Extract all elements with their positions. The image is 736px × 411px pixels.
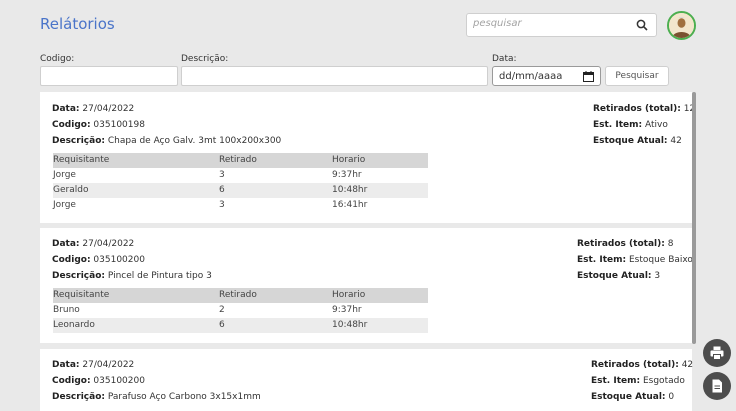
search-icon[interactable] (636, 19, 648, 31)
withdrawals-table: Requisitante Retirado Horario Bruno 2 9:… (53, 288, 428, 333)
report-withdrawn-total: Retirados (total): 12 (593, 104, 696, 114)
table-row: Jorge 3 9:37hr (53, 170, 362, 180)
report-code: Codigo: 035100200 (52, 376, 145, 386)
avatar[interactable] (667, 11, 696, 40)
table-header: Requisitante Retirado Horario (53, 288, 428, 303)
report-description: Descrição: Pincel de Pintura tipo 3 (52, 271, 212, 281)
print-button[interactable] (703, 339, 731, 367)
report-code: Codigo: 035100198 (52, 120, 145, 130)
descricao-field[interactable] (181, 66, 488, 86)
table-header: Requisitante Retirado Horario (53, 153, 428, 168)
col-requisitante: Requisitante (53, 155, 110, 165)
col-retirado: Retirado (219, 155, 257, 165)
col-horario: Horario (332, 155, 366, 165)
table-row: Leonardo 6 10:48hr (53, 318, 428, 333)
col-horario: Horario (332, 290, 366, 300)
report-item-status: Est. Item: Ativo (593, 120, 668, 130)
date-placeholder: dd/mm/aaaa (499, 71, 563, 82)
col-retirado: Retirado (219, 290, 257, 300)
search-box[interactable] (466, 13, 657, 37)
report-code: Codigo: 035100200 (52, 255, 145, 265)
report-description: Descrição: Parafuso Aço Carbono 3x15x1mm (52, 392, 261, 402)
report-description: Descrição: Chapa de Aço Galv. 3mt 100x20… (52, 136, 282, 146)
report-current-stock: Estoque Atual: 42 (593, 136, 682, 146)
document-icon (712, 379, 722, 393)
search-input[interactable] (473, 18, 623, 29)
search-button[interactable]: Pesquisar (605, 66, 669, 86)
report-card: Data: 27/04/2022 Codigo: 035100200 Descr… (40, 349, 694, 411)
report-item-status: Est. Item: Esgotado (591, 376, 685, 386)
report-date: Data: 27/04/2022 (52, 104, 135, 114)
report-card: Data: 27/04/2022 Codigo: 035100200 Descr… (40, 228, 693, 343)
report-date: Data: 27/04/2022 (52, 239, 135, 249)
report-item-status: Est. Item: Estoque Baixo (577, 255, 693, 265)
report-current-stock: Estoque Atual: 0 (591, 392, 675, 402)
codigo-label: Codigo: (40, 54, 75, 64)
printer-icon (710, 346, 724, 360)
report-current-stock: Estoque Atual: 3 (577, 271, 661, 281)
withdrawals-table: Requisitante Retirado Horario Jorge 3 9:… (53, 153, 428, 213)
descricao-label: Descrição: (181, 54, 229, 64)
col-requisitante: Requisitante (53, 290, 110, 300)
data-label: Data: (492, 54, 517, 64)
codigo-field[interactable] (40, 66, 178, 86)
scrollbar[interactable] (692, 92, 696, 344)
report-date: Data: 27/04/2022 (52, 360, 135, 370)
date-field[interactable]: dd/mm/aaaa (492, 66, 601, 86)
table-row: Geraldo 6 10:48hr (53, 183, 428, 198)
page-title: Relátorios (40, 15, 115, 33)
report-card: Data: 27/04/2022 Codigo: 035100198 Descr… (40, 92, 696, 223)
report-withdrawn-total: Retirados (total): 42 (591, 360, 694, 370)
avatar-image (669, 13, 694, 38)
table-row: Jorge 3 16:41hr (53, 200, 368, 210)
report-document-button[interactable] (703, 372, 731, 400)
table-row: Bruno 2 9:37hr (53, 305, 362, 315)
calendar-icon[interactable] (583, 71, 594, 82)
report-withdrawn-total: Retirados (total): 8 (577, 239, 674, 249)
